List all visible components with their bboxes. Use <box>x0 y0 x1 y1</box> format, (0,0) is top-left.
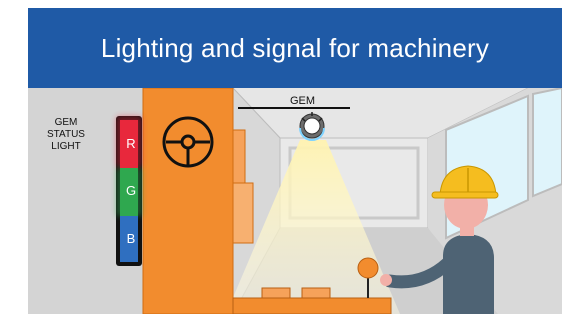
slide: Lighting and signal for machinery GEM ST… <box>0 0 563 314</box>
status-label-text: GEM STATUS LIGHT <box>47 117 85 152</box>
status-letter-b: B <box>126 231 136 246</box>
page-title: Lighting and signal for machinery <box>100 32 490 63</box>
status-letter-g: G <box>125 183 137 198</box>
title-banner: Lighting and signal for machinery <box>28 8 562 88</box>
lamp-label: GEM <box>290 95 316 107</box>
status-letter-r: R <box>126 136 136 151</box>
scene-illustration <box>28 88 562 314</box>
status-light-label: GEM STATUS LIGHT <box>42 117 90 153</box>
factory-scene: GEM STATUS LIGHT R G B GEM <box>28 88 562 314</box>
